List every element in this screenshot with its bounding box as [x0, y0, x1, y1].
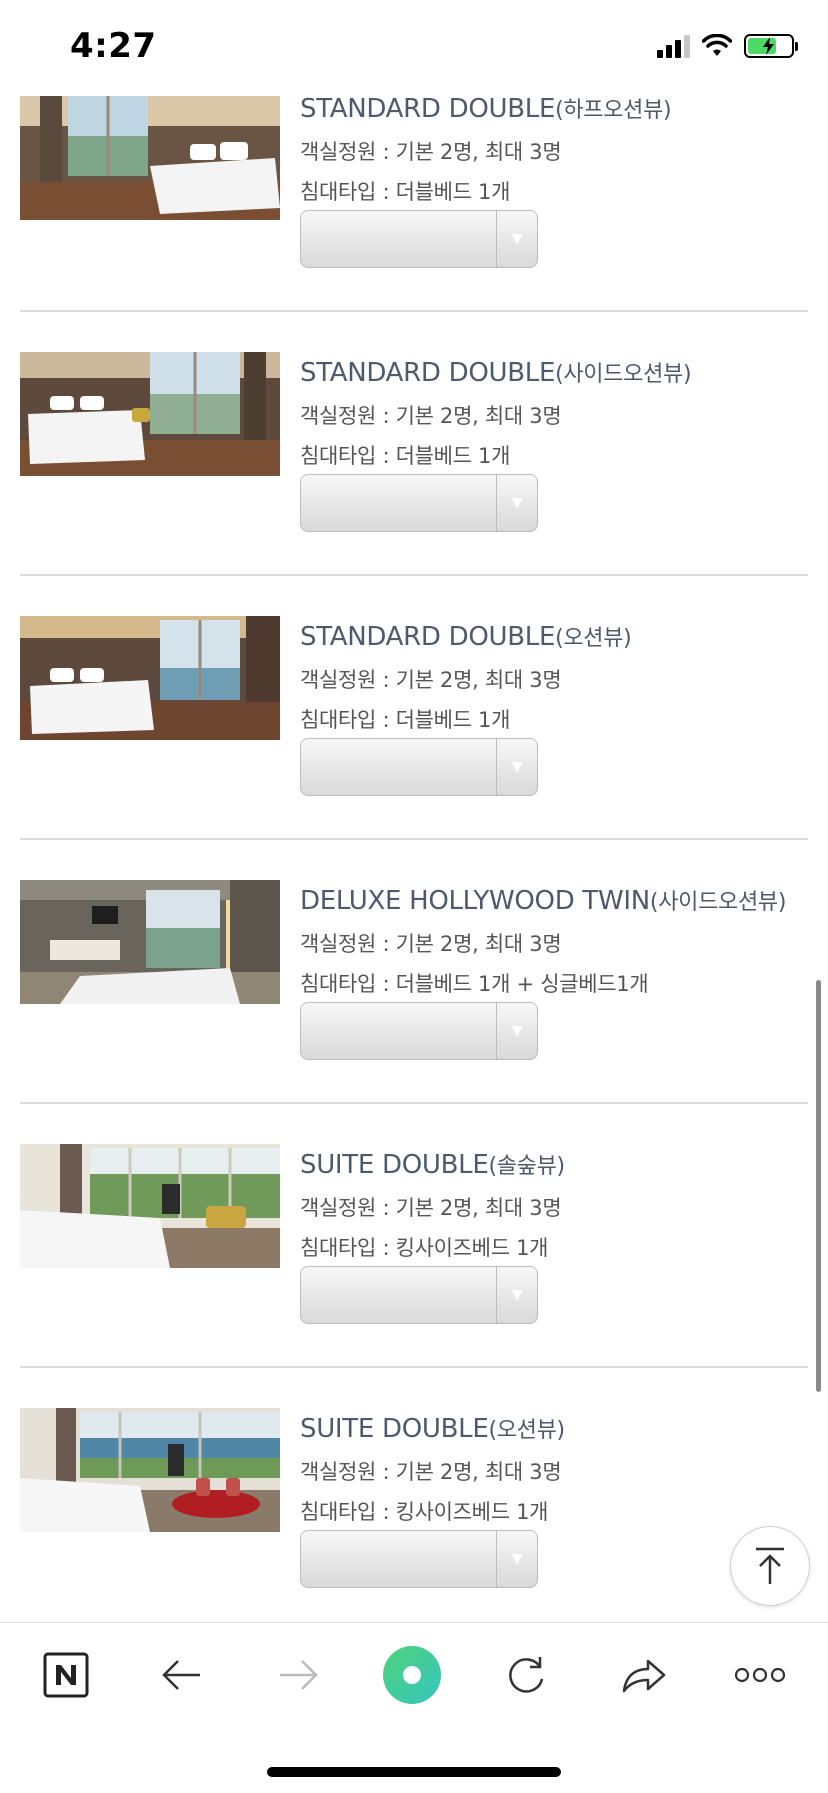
room-quantity-select[interactable]: ▼	[300, 738, 538, 796]
share-button[interactable]	[614, 1645, 674, 1705]
room-photo-image	[20, 880, 280, 1004]
room-name: STANDARD DOUBLE(오션뷰)	[300, 622, 632, 652]
arrow-up-to-top-icon	[756, 1547, 784, 1584]
status-bar: 4:27	[0, 0, 828, 96]
back-arrow-icon	[162, 1660, 200, 1690]
green-dot-button[interactable]	[382, 1645, 442, 1705]
room-photo-image	[20, 96, 280, 220]
room-photo[interactable]	[20, 880, 280, 1004]
room-capacity: 객실정원 : 기본 2명, 최대 3명	[300, 932, 562, 956]
room-bed-type: 침대타입 : 킹사이즈베드 1개	[300, 1236, 549, 1260]
room-bed-type: 침대타입 : 더블베드 1개 + 싱글베드1개	[300, 972, 649, 996]
room-name: STANDARD DOUBLE(하프오션뷰)	[300, 94, 672, 124]
room-photo[interactable]	[20, 616, 280, 740]
share-icon	[622, 1659, 666, 1693]
green-dot-icon	[383, 1646, 441, 1704]
battery-icon	[744, 34, 798, 58]
room-quantity-select[interactable]: ▼	[300, 1002, 538, 1060]
room-photo[interactable]	[20, 352, 280, 476]
room-photo-image	[20, 616, 280, 740]
room-photo[interactable]	[20, 1408, 280, 1532]
room-item: DELUXE HOLLYWOOD TWIN(사이드오션뷰) 객실정원 : 기본 …	[20, 840, 808, 1104]
refresh-icon	[509, 1657, 544, 1693]
naver-home-icon	[43, 1652, 89, 1698]
room-item: STANDARD DOUBLE(사이드오션뷰) 객실정원 : 기본 2명, 최대…	[20, 312, 808, 576]
room-item: SUITE DOUBLE(솔숲뷰) 객실정원 : 기본 2명, 최대 3명 침대…	[20, 1104, 808, 1368]
chevron-down-icon: ▼	[496, 1531, 537, 1587]
chevron-down-icon: ▼	[496, 475, 537, 531]
room-bed-type: 침대타입 : 킹사이즈베드 1개	[300, 1500, 549, 1524]
room-name: DELUXE HOLLYWOOD TWIN(사이드오션뷰)	[300, 886, 787, 916]
room-info: DELUXE HOLLYWOOD TWIN(사이드오션뷰) 객실정원 : 기본 …	[300, 884, 786, 998]
room-name: SUITE DOUBLE(솔숲뷰)	[300, 1150, 565, 1180]
room-bed-type: 침대타입 : 더블베드 1개	[300, 444, 511, 468]
room-info: STANDARD DOUBLE(사이드오션뷰) 객실정원 : 기본 2명, 최대…	[300, 356, 692, 470]
more-icon	[734, 1667, 786, 1683]
room-info: STANDARD DOUBLE(오션뷰) 객실정원 : 기본 2명, 최대 3명…	[300, 620, 632, 734]
home-indicator[interactable]	[267, 1767, 561, 1777]
room-capacity: 객실정원 : 기본 2명, 최대 3명	[300, 668, 562, 692]
forward-arrow-icon	[280, 1660, 318, 1690]
chevron-down-icon: ▼	[496, 739, 537, 795]
room-photo-image	[20, 1144, 280, 1268]
more-button[interactable]	[730, 1645, 790, 1705]
refresh-button[interactable]	[496, 1645, 556, 1705]
room-item: STANDARD DOUBLE(오션뷰) 객실정원 : 기본 2명, 최대 3명…	[20, 576, 808, 840]
room-capacity: 객실정원 : 기본 2명, 최대 3명	[300, 404, 562, 428]
room-name: SUITE DOUBLE(오션뷰)	[300, 1414, 565, 1444]
room-capacity: 객실정원 : 기본 2명, 최대 3명	[300, 1196, 562, 1220]
chevron-down-icon: ▼	[496, 1267, 537, 1323]
room-item: SUITE DOUBLE(오션뷰) 객실정원 : 기본 2명, 최대 3명 침대…	[20, 1368, 808, 1632]
room-quantity-select[interactable]: ▼	[300, 1266, 538, 1324]
room-photo[interactable]	[20, 1144, 280, 1268]
wifi-icon	[702, 34, 732, 56]
room-bed-type: 침대타입 : 더블베드 1개	[300, 180, 511, 204]
naver-home-button[interactable]	[36, 1645, 96, 1705]
room-photo[interactable]	[20, 96, 280, 220]
status-icons	[657, 34, 798, 58]
room-quantity-select[interactable]: ▼	[300, 1530, 538, 1588]
chevron-down-icon: ▼	[496, 1003, 537, 1059]
browser-toolbar	[0, 1622, 828, 1793]
chevron-down-icon: ▼	[496, 211, 537, 267]
room-info: STANDARD DOUBLE(하프오션뷰) 객실정원 : 기본 2명, 최대 …	[300, 92, 672, 206]
room-bed-type: 침대타입 : 더블베드 1개	[300, 708, 511, 732]
room-quantity-select[interactable]: ▼	[300, 210, 538, 268]
status-time: 4:27	[70, 26, 157, 66]
forward-button[interactable]	[268, 1645, 328, 1705]
room-info: SUITE DOUBLE(오션뷰) 객실정원 : 기본 2명, 최대 3명 침대…	[300, 1412, 565, 1526]
room-photo-image	[20, 1408, 280, 1532]
room-name: STANDARD DOUBLE(사이드오션뷰)	[300, 358, 692, 388]
back-button[interactable]	[152, 1645, 212, 1705]
room-quantity-select[interactable]: ▼	[300, 474, 538, 532]
cellular-signal-icon	[657, 34, 690, 58]
scroll-to-top-button[interactable]	[730, 1526, 810, 1606]
room-capacity: 객실정원 : 기본 2명, 최대 3명	[300, 140, 562, 164]
room-info: SUITE DOUBLE(솔숲뷰) 객실정원 : 기본 2명, 최대 3명 침대…	[300, 1148, 565, 1262]
room-photo-image	[20, 352, 280, 476]
room-capacity: 객실정원 : 기본 2명, 최대 3명	[300, 1460, 562, 1484]
scrollbar-thumb[interactable]	[816, 980, 821, 1392]
